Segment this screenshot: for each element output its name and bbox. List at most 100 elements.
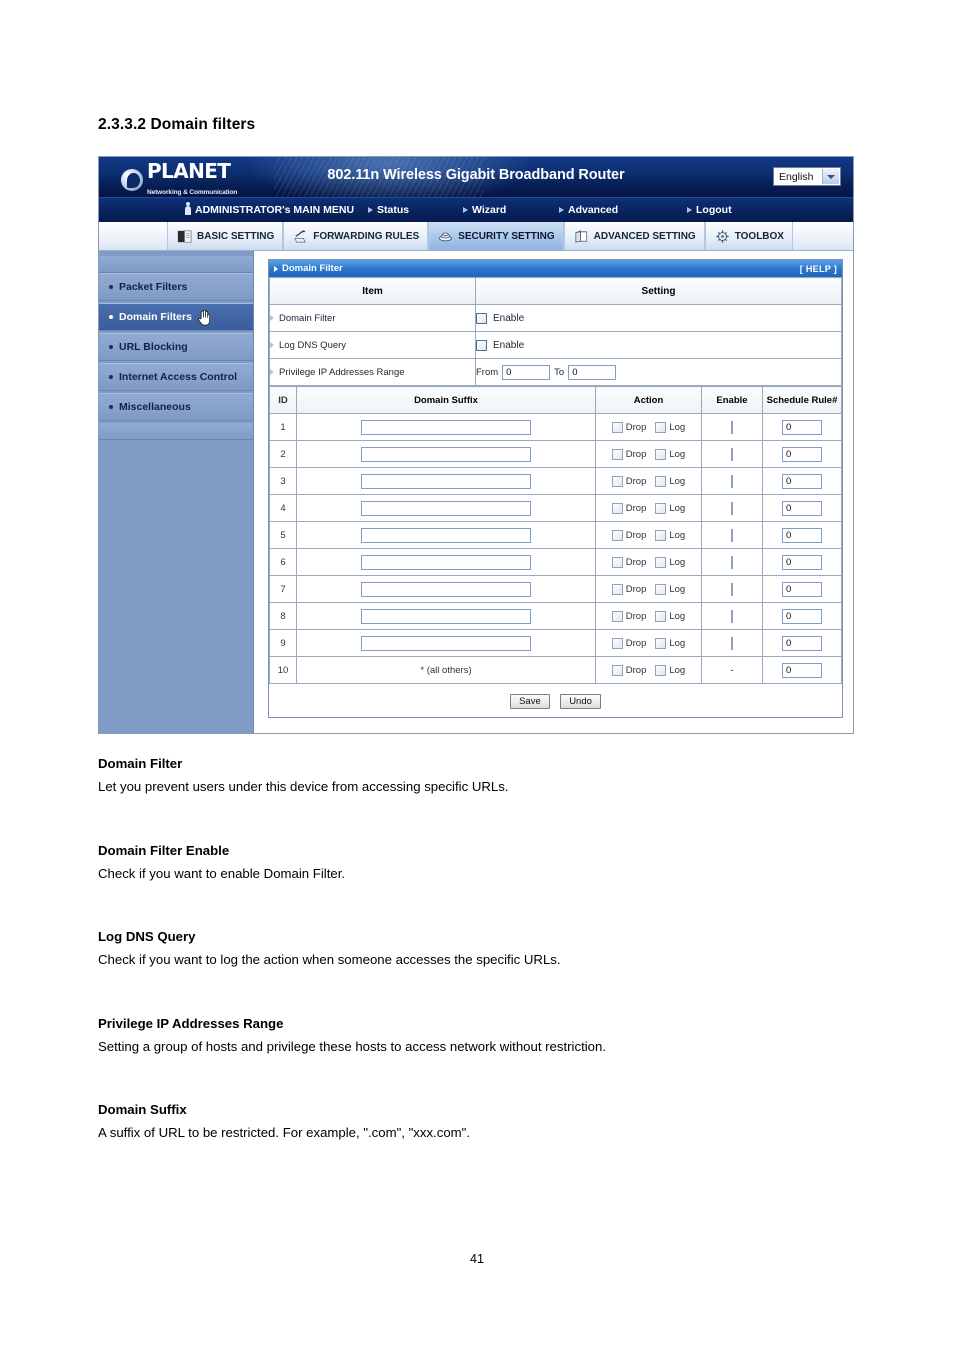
sidebar-item-domain-filters[interactable]: Domain Filters [99,303,253,331]
drop-checkbox[interactable] [611,475,623,487]
sidebar-item-packet-filters[interactable]: Packet Filters [99,273,253,301]
sidebar-item-url-blocking[interactable]: URL Blocking [99,333,253,361]
nav-item-wizard-label: Wizard [472,204,507,216]
tab-security-setting[interactable]: SECURITY SETTING [428,222,564,250]
schedule-rule-input[interactable] [782,662,822,678]
log-checkbox[interactable] [655,421,667,433]
log-checkbox[interactable] [655,502,667,514]
log-label: Log [669,448,686,460]
chevron-down-icon[interactable] [822,169,839,184]
rule-schedule-cell [762,413,842,441]
sidebar-menu: Packet Filters Domain Filters URL Blocki… [99,251,254,733]
drop-checkbox[interactable] [611,529,623,541]
schedule-rule-input[interactable] [782,581,822,597]
settings-label-domain-filter: Domain Filter [269,304,476,332]
log-checkbox[interactable] [655,610,667,622]
rules-body: 1 Drop Log 2 Drop Log 3 Drop Log 4 Drop Log 5 Drop Log… [269,413,842,684]
rule-action-cell: Drop Log [595,521,702,549]
log-checkbox[interactable] [655,637,667,649]
domain-suffix-input[interactable] [361,500,531,516]
drop-checkbox[interactable] [611,556,623,568]
log-checkbox[interactable] [655,475,667,487]
desc-heading-domain-filter-enable: Domain Filter Enable [98,843,230,858]
domain-suffix-input[interactable] [361,527,531,543]
undo-button[interactable]: Undo [560,694,601,709]
log-checkbox[interactable] [655,556,667,568]
domain-suffix-input[interactable] [361,473,531,489]
rule-enable-checkbox[interactable] [731,636,733,650]
domain-suffix-input[interactable] [361,608,531,624]
rule-enable-checkbox[interactable] [731,609,733,623]
desc-heading-domain-suffix: Domain Suffix [98,1102,187,1117]
admin-main-menu-text: ADMINISTRATOR's MAIN MENU [195,204,355,216]
rule-id-cell: 9 [269,629,297,657]
domain-filter-enable-label: Enable [493,312,525,324]
tab-advanced-setting[interactable]: ADVANCED SETTING [563,222,705,250]
sidebar-item-packet-filters-label: Packet Filters [119,281,188,293]
schedule-rule-input[interactable] [782,500,822,516]
rule-enable-checkbox[interactable] [731,528,733,542]
domain-suffix-input[interactable] [361,635,531,651]
drop-checkbox[interactable] [611,610,623,622]
domain-filter-enable-checkbox[interactable] [476,312,487,324]
save-button[interactable]: Save [510,694,550,709]
description-log-dns-query: Log DNS Query Check if you want to log t… [98,929,858,997]
nav-item-logout[interactable]: Logout [687,204,732,216]
log-checkbox[interactable] [655,664,667,676]
rule-enable-checkbox[interactable] [731,474,733,488]
rule-action-cell: Drop Log [595,656,702,684]
domain-suffix-input[interactable] [361,554,531,570]
privilege-ip-from-input[interactable] [502,364,551,380]
log-dns-query-enable-checkbox[interactable] [476,339,487,351]
sidebar-bottom-spacer [99,423,253,440]
nav-item-wizard[interactable]: Wizard [463,204,506,216]
tab-toolbox[interactable]: TOOLBOX [704,222,793,250]
table-row: 6 Drop Log [269,548,842,576]
drop-label: Drop [625,529,647,541]
drop-checkbox[interactable] [611,664,623,676]
domain-suffix-input[interactable] [361,446,531,462]
tab-forwarding-rules[interactable]: FORWARDING RULES [283,222,429,250]
schedule-rule-input[interactable] [782,527,822,543]
schedule-rule-input[interactable] [782,419,822,435]
drop-label: Drop [625,448,647,460]
rule-id-cell: 8 [269,602,297,630]
schedule-rule-input[interactable] [782,635,822,651]
rule-action-cell: Drop Log [595,440,702,468]
privilege-ip-to-input[interactable] [568,364,617,380]
rule-enable-checkbox[interactable] [731,555,733,569]
schedule-rule-input[interactable] [782,473,822,489]
sidebar-item-internet-access-control[interactable]: Internet Access Control [99,363,253,391]
drop-checkbox[interactable] [611,421,623,433]
schedule-rule-input[interactable] [782,446,822,462]
table-row: 4 Drop Log [269,494,842,522]
log-checkbox[interactable] [655,529,667,541]
schedule-rule-input[interactable] [782,608,822,624]
log-checkbox[interactable] [655,448,667,460]
router-banner: PLANET Networking & Communication 802.11… [99,157,853,197]
nav-item-advanced[interactable]: Advanced [559,204,618,216]
rule-enable-checkbox[interactable] [731,582,733,596]
privilege-to-label: To [554,366,565,378]
rule-domain-suffix-cell [296,413,596,441]
nav-item-status[interactable]: Status [368,204,409,216]
schedule-rule-input[interactable] [782,554,822,570]
domain-filter-panel: Domain Filter [ HELP ] Item Setting Doma… [268,259,843,718]
rule-enable-checkbox[interactable] [731,447,733,461]
drop-checkbox[interactable] [611,502,623,514]
rule-domain-suffix-cell [296,494,596,522]
rule-enable-checkbox[interactable] [731,420,733,434]
log-checkbox[interactable] [655,583,667,595]
drop-checkbox[interactable] [611,583,623,595]
rule-enable-checkbox[interactable] [731,501,733,515]
desc-body-domain-suffix: A suffix of URL to be restricted. For ex… [98,1125,470,1140]
domain-suffix-input[interactable] [361,419,531,435]
bullet-icon [109,405,113,409]
help-link[interactable]: [ HELP ] [800,264,837,274]
domain-suffix-input[interactable] [361,581,531,597]
drop-checkbox[interactable] [611,637,623,649]
sidebar-item-miscellaneous[interactable]: Miscellaneous [99,393,253,421]
tab-basic-setting[interactable]: BASIC SETTING [167,222,284,250]
language-select[interactable]: English [773,167,841,186]
drop-checkbox[interactable] [611,448,623,460]
